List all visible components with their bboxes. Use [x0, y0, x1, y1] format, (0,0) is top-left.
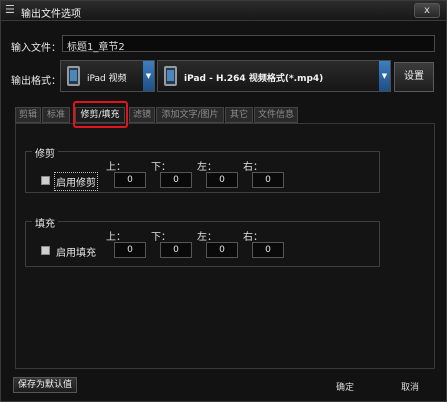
trim-bottom-input[interactable]: 0 [160, 172, 192, 188]
tab-edit[interactable]: 剪辑 [15, 107, 41, 123]
trim-group: 修剪 上： 下： 左： 右： 启用修剪 0 0 0 0 [25, 145, 380, 193]
enable-trim-label[interactable]: 启用修剪 [54, 172, 98, 191]
device-select[interactable]: iPad 视频 ▼ [60, 60, 155, 92]
trim-right-label: 右： [243, 162, 263, 173]
tab-filter[interactable]: 滤镜 [129, 107, 155, 123]
menu-icon[interactable]: ☰ [5, 4, 17, 16]
trim-group-title: 修剪 [32, 145, 58, 160]
chevron-down-icon[interactable]: ▼ [143, 61, 154, 91]
pad-left-input[interactable]: 0 [206, 242, 238, 258]
pad-right-input[interactable]: 0 [252, 242, 284, 258]
pad-bottom-input[interactable]: 0 [160, 242, 192, 258]
trim-right-input[interactable]: 0 [252, 172, 284, 188]
tab-highlight-box [73, 101, 128, 128]
output-format-label: 输出格式： [11, 76, 61, 87]
enable-trim-checkbox[interactable] [41, 176, 50, 185]
format-select-value: iPad - H.264 视频格式(*.mp4) [184, 74, 324, 84]
pad-top-input[interactable]: 0 [114, 242, 146, 258]
tab-add-text-image[interactable]: 添加文字/图片 [156, 107, 224, 123]
format-select[interactable]: iPad - H.264 视频格式(*.mp4) ▼ [157, 60, 391, 92]
output-options-window: ☰ 输出文件选项 x 输入文件： 标题1_章节2 输出格式： iPad 视频 ▼… [0, 0, 447, 402]
settings-button[interactable]: 设置 [394, 62, 434, 92]
pad-top-label: 上： [106, 232, 126, 243]
tab-other[interactable]: 其它 [225, 107, 253, 123]
pad-right-label: 右： [243, 232, 263, 243]
trim-top-input[interactable]: 0 [114, 172, 146, 188]
pad-group-title: 填充 [32, 215, 58, 230]
device-select-value: iPad 视频 [87, 74, 127, 84]
close-button[interactable]: x [414, 3, 440, 18]
pad-group: 填充 上： 下： 左： 右： 启用填充 0 0 0 0 [25, 215, 380, 267]
trim-left-label: 左： [197, 162, 217, 173]
tablet-icon [67, 66, 80, 86]
pad-left-label: 左： [197, 232, 217, 243]
save-default-button[interactable]: 保存为默认值 [13, 377, 77, 393]
trim-bottom-label: 下： [151, 162, 171, 173]
tab-standard[interactable]: 标准 [42, 107, 70, 123]
cancel-button[interactable]: 取消 [401, 380, 419, 393]
tablet-icon [164, 66, 177, 86]
tab-panel: 修剪 上： 下： 左： 右： 启用修剪 0 0 0 0 填充 上： 下： 左： … [15, 123, 435, 369]
title-bar: ☰ 输出文件选项 x [1, 1, 446, 21]
enable-pad-checkbox[interactable] [41, 246, 50, 255]
trim-left-input[interactable]: 0 [206, 172, 238, 188]
pad-bottom-label: 下： [151, 232, 171, 243]
trim-top-label: 上： [106, 162, 126, 173]
ok-button[interactable]: 确定 [336, 380, 354, 393]
tab-file-info[interactable]: 文件信息 [254, 107, 298, 123]
input-file-field[interactable]: 标题1_章节2 [62, 35, 435, 53]
chevron-down-icon[interactable]: ▼ [379, 61, 390, 91]
input-file-label: 输入文件： [11, 43, 61, 54]
enable-pad-label[interactable]: 启用填充 [56, 244, 96, 259]
window-title: 输出文件选项 [21, 9, 81, 20]
